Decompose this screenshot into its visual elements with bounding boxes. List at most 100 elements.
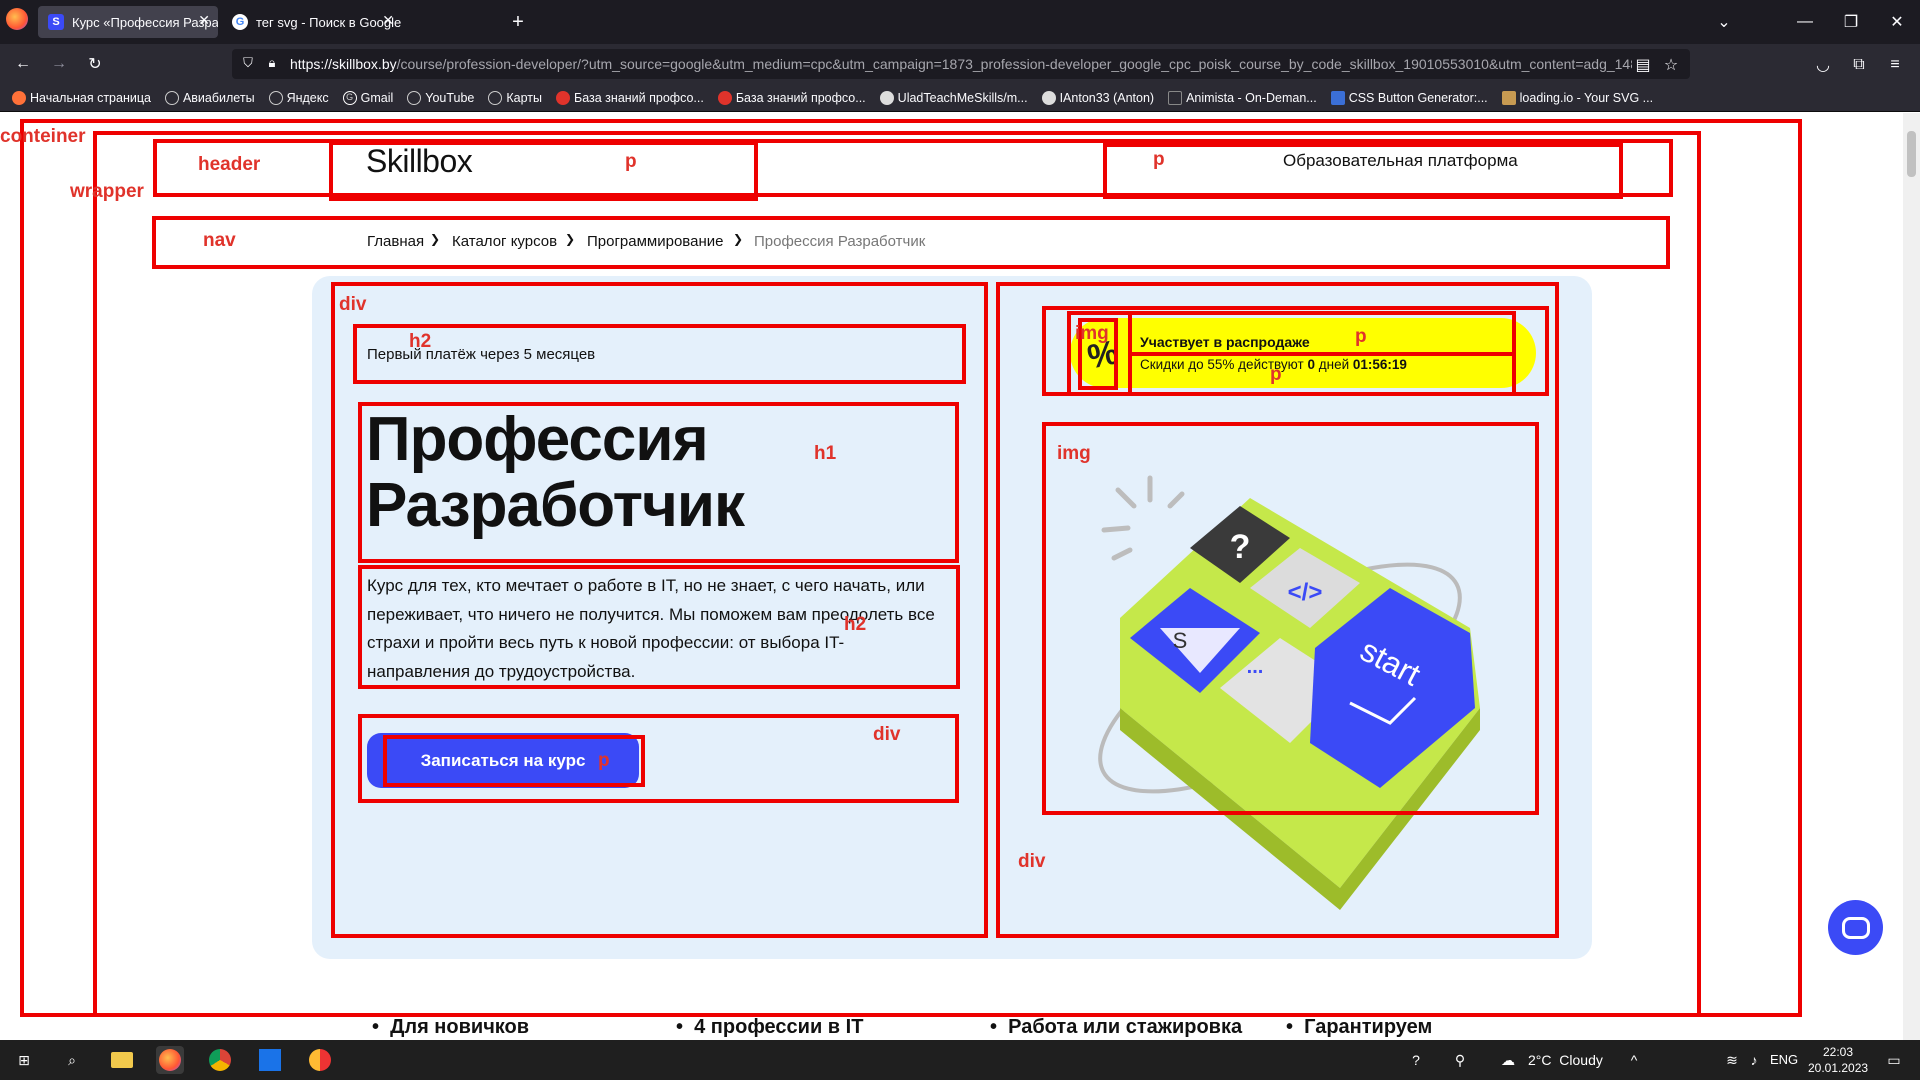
tray-chevron-up-icon[interactable]: ^ bbox=[1620, 1046, 1648, 1074]
windows-start-icon[interactable]: ⊞ bbox=[10, 1046, 38, 1074]
globe-icon bbox=[407, 90, 422, 105]
volume-icon[interactable]: ♪ bbox=[1740, 1046, 1768, 1074]
annotation-label: wrapper bbox=[70, 181, 144, 202]
close-tab-icon[interactable]: ✕ bbox=[198, 12, 210, 29]
url-bar[interactable]: ⛉ 🔒︎ https://skillbox.by/course/professi… bbox=[232, 49, 1690, 79]
bookmark-item[interactable]: База знаний профсо... bbox=[717, 90, 866, 105]
annotation-label: header bbox=[198, 154, 261, 175]
clock[interactable]: 22:03 20.01.2023 bbox=[1808, 1044, 1868, 1076]
annotation-box-description-h2 bbox=[358, 565, 960, 689]
feature-label: Работа или стажировка bbox=[1008, 1016, 1243, 1038]
bookmark-item[interactable]: Animista - On-Deman... bbox=[1168, 90, 1317, 105]
feature-label: Для новичков bbox=[390, 1016, 530, 1038]
annotation-box-sale-title-p bbox=[1128, 311, 1516, 356]
annotation-label: h2 bbox=[844, 614, 867, 635]
globe-icon bbox=[488, 90, 503, 105]
annotation-label: h2 bbox=[409, 331, 432, 352]
new-tab-button[interactable]: + bbox=[506, 10, 530, 34]
annotation-label: div bbox=[339, 294, 367, 315]
browser-icon[interactable] bbox=[306, 1046, 334, 1074]
bookmark-item[interactable]: База знаний профсо... bbox=[556, 90, 704, 105]
notifications-icon[interactable]: ▭ bbox=[1880, 1046, 1908, 1074]
bookmark-item[interactable]: Карты bbox=[488, 90, 542, 105]
firefox-icon[interactable] bbox=[6, 8, 28, 30]
globe-icon bbox=[164, 90, 179, 105]
annotation-box-logo-p bbox=[329, 141, 758, 201]
annotation-label: h1 bbox=[814, 443, 837, 464]
minimize-icon[interactable]: — bbox=[1790, 10, 1820, 34]
loading-io-icon bbox=[1501, 90, 1516, 105]
annotation-label: img bbox=[1075, 323, 1109, 344]
url-host: https://skillbox.by bbox=[290, 56, 397, 72]
bookmark-item[interactable]: UladTeachMeSkills/m... bbox=[879, 90, 1028, 105]
firefox-taskbar-icon[interactable] bbox=[156, 1046, 184, 1074]
pocket-icon[interactable]: ◡ bbox=[1812, 54, 1834, 76]
chat-button[interactable] bbox=[1828, 900, 1883, 955]
search-icon[interactable]: ⌕ bbox=[58, 1046, 86, 1074]
globe-icon bbox=[268, 90, 283, 105]
people-icon[interactable]: ⚲ bbox=[1446, 1046, 1474, 1074]
back-arrow-icon[interactable]: ← bbox=[10, 52, 36, 76]
weather-temp: 2°C bbox=[1528, 1052, 1552, 1068]
bookmark-item[interactable]: G Gmail bbox=[342, 90, 393, 105]
opera-icon bbox=[717, 90, 732, 105]
weather-widget[interactable]: 2°C Cloudy bbox=[1528, 1052, 1603, 1068]
bookmark-item[interactable]: Авиабилеты bbox=[164, 90, 255, 105]
file-explorer-icon[interactable] bbox=[108, 1046, 136, 1074]
annotation-label: conteiner bbox=[0, 126, 86, 147]
annotation-label: img bbox=[1057, 443, 1091, 464]
forward-arrow-icon[interactable]: → bbox=[46, 52, 72, 76]
list-tabs-chevron-icon[interactable]: ⌄ bbox=[1712, 10, 1736, 34]
bookmark-item[interactable]: YouTube bbox=[407, 90, 474, 105]
bookmark-star-icon[interactable]: ☆ bbox=[1660, 54, 1682, 76]
annotation-box-image bbox=[1042, 422, 1539, 815]
input-language[interactable]: ENG bbox=[1770, 1052, 1798, 1067]
feature-item: • Работа или стажировка bbox=[990, 1016, 1243, 1038]
menu-hamburger-icon[interactable]: ≡ bbox=[1884, 54, 1906, 76]
opera-icon bbox=[556, 90, 571, 105]
webstorm-icon[interactable] bbox=[256, 1046, 284, 1074]
github-icon bbox=[879, 90, 894, 105]
annotation-box-payment-h2 bbox=[353, 324, 966, 384]
bookmark-item[interactable]: loading.io - Your SVG ... bbox=[1501, 90, 1653, 105]
tab-label: Курс «Профессия Разработчи bbox=[72, 14, 218, 30]
shield-icon[interactable]: ⛉ bbox=[238, 53, 258, 73]
tab-label: тег svg - Поиск в Google bbox=[256, 14, 402, 30]
tab-bar: S Курс «Профессия Разработчи ✕ G тег svg… bbox=[0, 0, 1920, 44]
tab-skillbox[interactable]: S Курс «Профессия Разработчи ✕ bbox=[38, 6, 218, 38]
clock-date: 20.01.2023 bbox=[1808, 1061, 1869, 1075]
weather-desc: Cloudy bbox=[1559, 1052, 1603, 1068]
bookmark-item[interactable]: CSS Button Generator:... bbox=[1330, 90, 1488, 105]
restore-icon[interactable]: ❐ bbox=[1836, 10, 1866, 34]
firefox-bookmark-icon bbox=[12, 90, 26, 105]
feature-label: Гарантируем bbox=[1304, 1016, 1433, 1038]
annotation-box-nav bbox=[152, 216, 1670, 269]
google-favicon-icon: G bbox=[232, 14, 248, 30]
weather-cloud-icon[interactable]: ☁ bbox=[1494, 1046, 1522, 1074]
lock-icon[interactable]: 🔒︎ bbox=[262, 53, 282, 73]
animista-icon bbox=[1168, 90, 1183, 105]
annotation-label: p bbox=[1355, 326, 1367, 347]
reload-icon[interactable]: ↻ bbox=[82, 52, 108, 76]
page-scrollbar[interactable] bbox=[1903, 113, 1920, 1040]
feature-item: • 4 профессии в IT bbox=[676, 1016, 864, 1038]
help-icon[interactable]: ? bbox=[1402, 1046, 1430, 1074]
bookmarks-toolbar: Начальная страница Авиабилеты Яндекс G Gm… bbox=[0, 84, 1920, 112]
chrome-icon[interactable] bbox=[206, 1046, 234, 1074]
extensions-icon[interactable]: ⧉ bbox=[1848, 54, 1870, 76]
reader-view-icon[interactable]: ▤ bbox=[1632, 54, 1654, 76]
tab-google-search[interactable]: G тег svg - Поиск в Google ✕ bbox=[222, 6, 402, 38]
clock-time: 22:03 bbox=[1822, 1045, 1854, 1059]
browser-window: S Курс «Профессия Разработчи ✕ G тег svg… bbox=[0, 0, 1920, 1080]
feature-item: • Гарантируем bbox=[1286, 1016, 1433, 1038]
feature-item: • Для новичков bbox=[372, 1016, 530, 1038]
close-tab-icon[interactable]: ✕ bbox=[382, 12, 394, 29]
scrollbar-thumb[interactable] bbox=[1907, 131, 1916, 177]
chat-icon bbox=[1841, 916, 1870, 939]
css-generator-icon bbox=[1330, 90, 1345, 105]
bookmark-item[interactable]: IAnton33 (Anton) bbox=[1041, 90, 1154, 105]
close-window-icon[interactable]: ✕ bbox=[1882, 10, 1912, 34]
bookmark-item[interactable]: Яндекс bbox=[268, 90, 329, 105]
bookmark-item[interactable]: Начальная страница bbox=[12, 90, 151, 105]
navigation-toolbar: ← → ↻ ⛉ 🔒︎ https://skillbox.by/course/pr… bbox=[0, 44, 1920, 84]
